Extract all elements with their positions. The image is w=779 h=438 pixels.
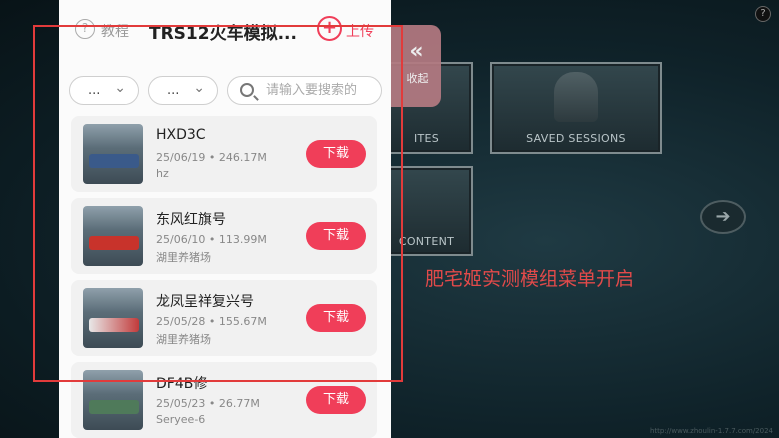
download-button[interactable]: 下载: [306, 386, 366, 414]
list-item[interactable]: 龙凤呈祥复兴号 25/05/28 • 155.67M 湖里养猪场 下载: [71, 280, 377, 356]
tile-sessions-label: SAVED SESSIONS: [526, 132, 626, 145]
mod-size: 155.67M: [218, 315, 267, 328]
person-silhouette-icon: [554, 72, 598, 122]
filter-dropdown-1[interactable]: ... ⌄: [69, 76, 139, 105]
search-input[interactable]: [266, 79, 381, 102]
double-chevron-left-icon: «: [409, 39, 423, 64]
help-button[interactable]: ?: [755, 6, 771, 22]
collapse-tab[interactable]: « 收起: [388, 25, 441, 107]
game-tile-saved-sessions[interactable]: SAVED SESSIONS: [490, 62, 662, 154]
download-button[interactable]: 下载: [306, 304, 366, 332]
mod-meta: 25/06/10 • 113.99M: [156, 233, 267, 246]
panel-title: TRS12火车模拟...: [149, 24, 297, 44]
mod-thumbnail: [83, 288, 143, 348]
mod-thumbnail: [83, 206, 143, 266]
mod-author: 湖里养猪场: [156, 251, 211, 264]
mod-date: 25/05/28: [156, 315, 206, 328]
search-box[interactable]: [227, 76, 382, 105]
mod-date: 25/06/19: [156, 151, 206, 164]
filter-1-value: ...: [88, 83, 101, 98]
mod-thumbnail: [83, 124, 143, 184]
mod-name: DF4B修: [156, 376, 208, 392]
mod-name: 龙凤呈祥复兴号: [156, 294, 254, 310]
search-icon: [240, 83, 254, 97]
filter-dropdown-2[interactable]: ... ⌄: [148, 76, 218, 105]
mod-name: 东风红旗号: [156, 212, 226, 228]
mod-meta: 25/05/23 • 26.77M: [156, 397, 260, 410]
collapse-label: 收起: [406, 72, 429, 85]
upload-button[interactable]: 上传: [346, 21, 374, 41]
filter-2-value: ...: [167, 83, 180, 98]
mod-date: 25/05/23: [156, 397, 206, 410]
mod-size: 246.17M: [218, 151, 267, 164]
caption-text: 肥宅姬实测模组菜单开启: [425, 268, 635, 290]
game-tile-content[interactable]: CONTENT: [380, 166, 473, 256]
list-item[interactable]: HXD3C 25/06/19 • 246.17M hz 下载: [71, 116, 377, 192]
panel-header: ? 教程 TRS12火车模拟... + 上传: [59, 0, 391, 58]
tutorial-link[interactable]: 教程: [101, 21, 129, 41]
download-button[interactable]: 下载: [306, 222, 366, 250]
mod-size: 26.77M: [218, 397, 260, 410]
mod-meta: 25/06/19 • 246.17M: [156, 151, 267, 164]
mod-name: HXD3C: [156, 127, 206, 143]
mod-author: 湖里养猪场: [156, 333, 211, 346]
mod-panel: ? 教程 TRS12火车模拟... + 上传 ... ⌄ ... ⌄ HXD3C…: [59, 0, 391, 438]
mod-thumbnail: [83, 370, 143, 430]
mod-meta: 25/05/28 • 155.67M: [156, 315, 267, 328]
mod-author: Seryee-6: [156, 413, 206, 426]
chevron-down-icon: ⌄: [114, 80, 126, 96]
plus-circle-icon[interactable]: +: [317, 16, 342, 41]
mod-size: 113.99M: [218, 233, 267, 246]
mod-date: 25/06/10: [156, 233, 206, 246]
download-button[interactable]: 下载: [306, 140, 366, 168]
list-item[interactable]: DF4B修 25/05/23 • 26.77M Seryee-6 下载: [71, 362, 377, 438]
tile-routes-label: ITES: [413, 132, 440, 145]
arrow-right-icon[interactable]: ➔: [700, 200, 746, 234]
tile-content-label: CONTENT: [398, 235, 455, 248]
list-item[interactable]: 东风红旗号 25/06/10 • 113.99M 湖里养猪场 下载: [71, 198, 377, 274]
chevron-down-icon: ⌄: [193, 80, 205, 96]
mod-author: hz: [156, 167, 169, 180]
help-circle-icon[interactable]: ?: [75, 19, 95, 39]
watermark: http://www.zhoulin-1.7.7.com/2024: [649, 427, 773, 435]
